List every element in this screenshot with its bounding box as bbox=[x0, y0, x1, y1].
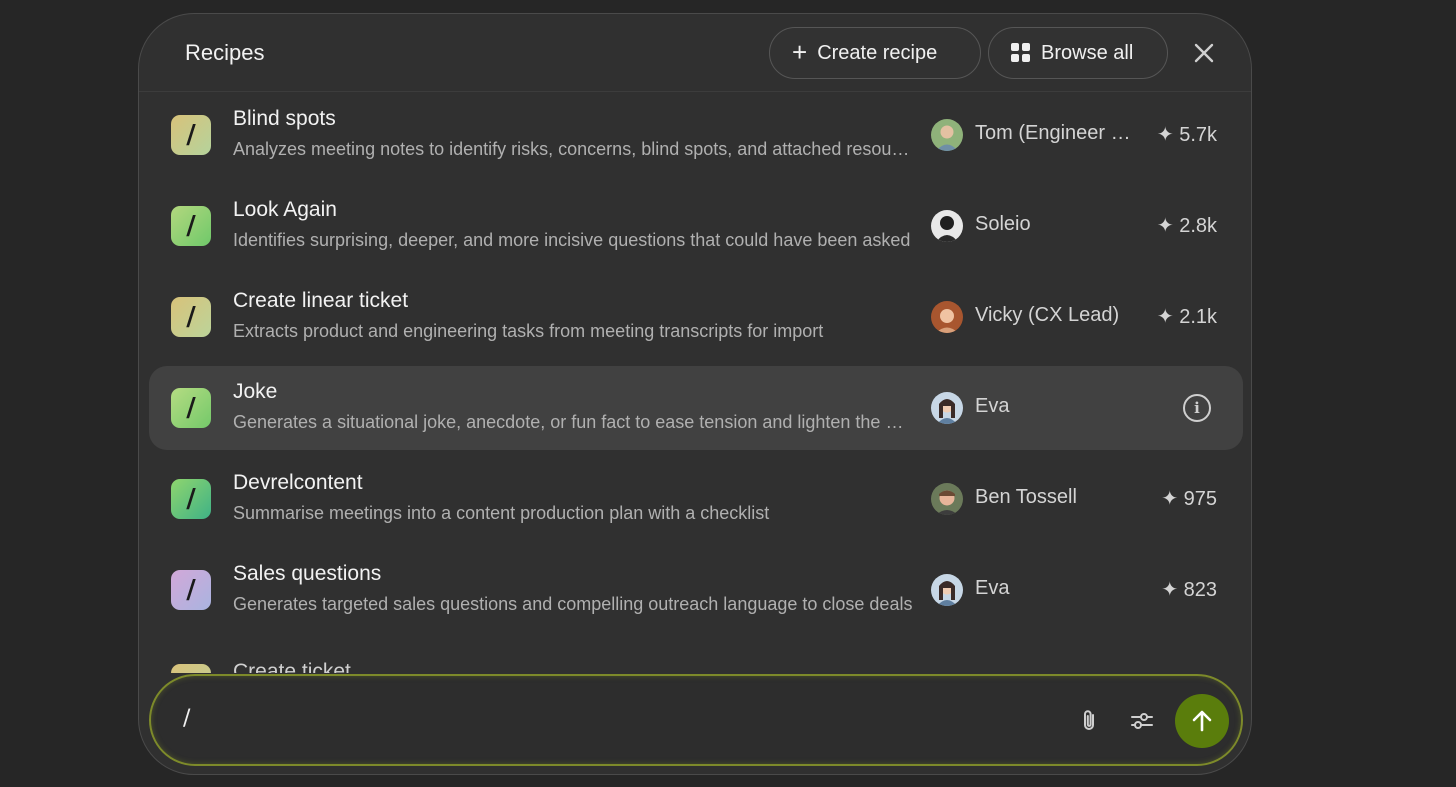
recipe-description: Analyzes meeting notes to identify risks… bbox=[233, 139, 915, 159]
recipe-name: Devrelcontent bbox=[233, 471, 363, 494]
recipe-author: Ben Tossell bbox=[975, 486, 1077, 508]
recipe-description: Extracts product and engineering tasks f… bbox=[233, 321, 824, 341]
recipe-name: Create linear ticket bbox=[233, 289, 409, 312]
create-recipe-label: Create recipe bbox=[817, 41, 938, 64]
grid-icon bbox=[1011, 43, 1031, 63]
sliders-icon[interactable] bbox=[1129, 708, 1155, 734]
recipe-description: Generates targeted sales questions and c… bbox=[233, 594, 913, 614]
arrow-up-icon bbox=[1192, 710, 1212, 732]
recipe-name: Sales questions bbox=[233, 562, 382, 585]
plus-icon: + bbox=[792, 37, 808, 67]
usage-count: ✦ 2.1k bbox=[1156, 306, 1217, 328]
recipe-name: Create ticket bbox=[233, 660, 351, 673]
avatar bbox=[931, 392, 963, 424]
slash-icon bbox=[171, 664, 211, 673]
recipe-description: Identifies surprising, deeper, and more … bbox=[233, 230, 911, 250]
recipe-row[interactable]: / Sales questions Generates targeted sal… bbox=[149, 548, 1243, 632]
recipe-author: Eva bbox=[975, 577, 1010, 599]
close-icon[interactable] bbox=[1191, 40, 1217, 66]
recipe-row[interactable]: / Look Again Identifies surprising, deep… bbox=[149, 184, 1243, 268]
recipes-header: Recipes + Create recipe Browse all bbox=[139, 14, 1251, 92]
recipe-row-partial[interactable]: Create ticket bbox=[149, 656, 1243, 673]
usage-count: ✦ 2.8k bbox=[1156, 215, 1217, 237]
usage-count: ✦ 5.7k bbox=[1156, 124, 1217, 146]
avatar bbox=[931, 301, 963, 333]
avatar bbox=[931, 210, 963, 242]
recipe-row[interactable]: / Create linear ticket Extracts product … bbox=[149, 275, 1243, 359]
recipe-description: Generates a situational joke, anecdote, … bbox=[233, 412, 915, 432]
recipe-author: Vicky (CX Lead) bbox=[975, 304, 1120, 326]
recipe-row-selected[interactable]: / Joke Generates a situational joke, ane… bbox=[149, 366, 1243, 450]
avatar bbox=[931, 483, 963, 515]
slash-icon: / bbox=[171, 570, 211, 610]
slash-icon: / bbox=[171, 479, 211, 519]
slash-icon: / bbox=[171, 388, 211, 428]
usage-count: ✦ 975 bbox=[1161, 488, 1217, 510]
recipe-row[interactable]: / Blind spots Analyzes meeting notes to … bbox=[149, 93, 1243, 177]
recipe-list[interactable]: / Blind spots Analyzes meeting notes to … bbox=[139, 93, 1251, 673]
message-composer[interactable]: / bbox=[149, 674, 1243, 766]
slash-icon: / bbox=[171, 206, 211, 246]
recipe-description: Summarise meetings into a content produc… bbox=[233, 503, 770, 523]
browse-all-button[interactable]: Browse all bbox=[988, 27, 1168, 79]
recipe-name: Blind spots bbox=[233, 107, 336, 130]
paperclip-icon[interactable] bbox=[1077, 708, 1103, 734]
recipe-author: Eva bbox=[975, 395, 1010, 417]
recipe-row[interactable]: / Devrelcontent Summarise meetings into … bbox=[149, 457, 1243, 541]
panel-title: Recipes bbox=[185, 40, 265, 65]
create-recipe-button[interactable]: + Create recipe bbox=[769, 27, 981, 79]
avatar bbox=[931, 574, 963, 606]
send-button[interactable] bbox=[1175, 694, 1229, 748]
info-icon[interactable]: i bbox=[1183, 394, 1211, 422]
slash-icon: / bbox=[171, 115, 211, 155]
usage-count: ✦ 823 bbox=[1161, 579, 1217, 601]
avatar bbox=[931, 119, 963, 151]
recipe-author: Tom (Engineer Lead) bbox=[975, 122, 1139, 144]
browse-all-label: Browse all bbox=[1041, 41, 1134, 64]
recipes-panel: Recipes + Create recipe Browse all / Bli… bbox=[138, 13, 1252, 775]
slash-icon: / bbox=[171, 297, 211, 337]
recipe-name: Joke bbox=[233, 380, 278, 403]
composer-input[interactable]: / bbox=[183, 706, 190, 731]
recipe-author: Soleio bbox=[975, 213, 1031, 235]
recipe-name: Look Again bbox=[233, 198, 337, 221]
